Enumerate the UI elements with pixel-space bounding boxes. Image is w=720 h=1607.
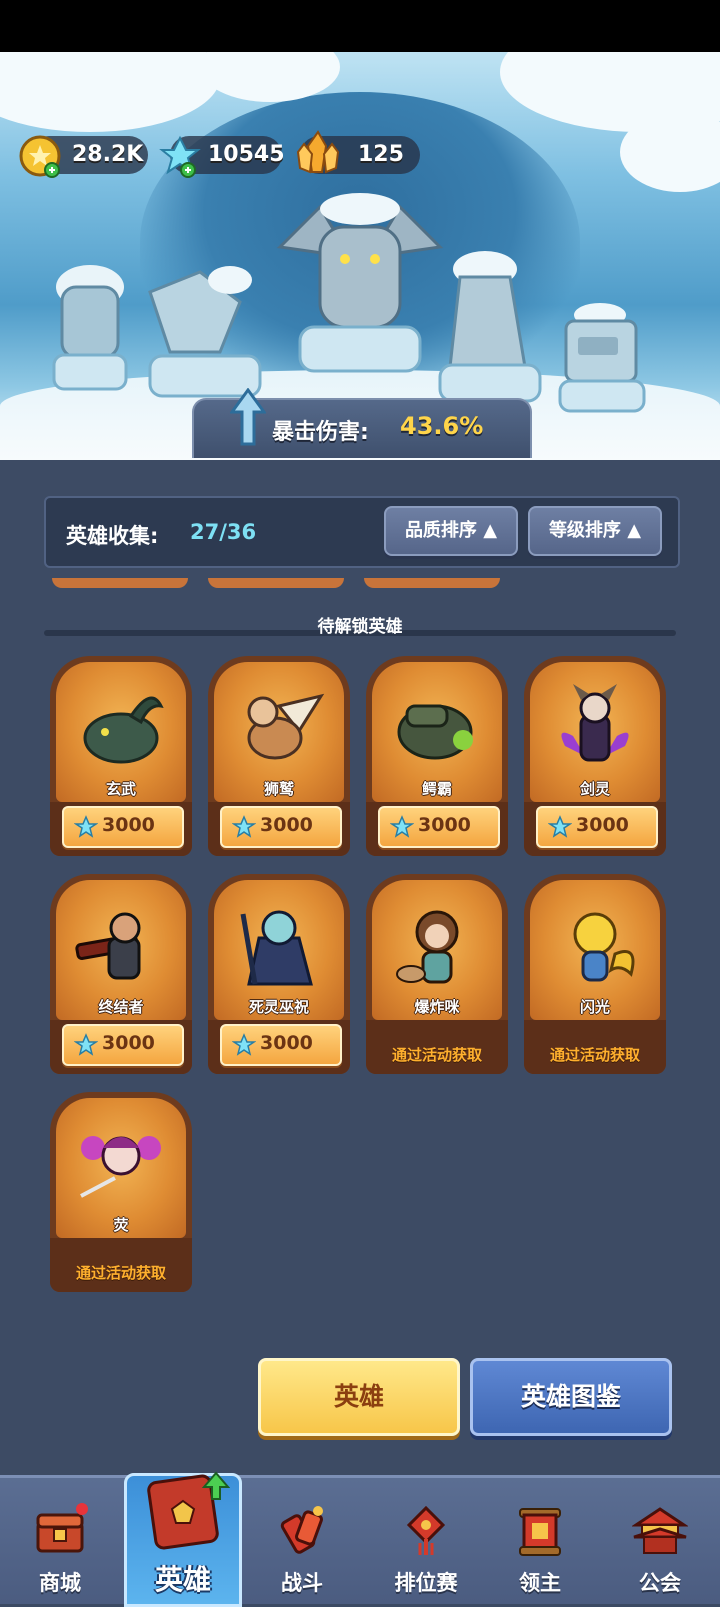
hero-portrait-croc: [397, 704, 473, 760]
nav-lord[interactable]: 领主: [482, 1475, 598, 1601]
price-value: 3000: [102, 814, 155, 836]
crystal-value: 125: [358, 142, 404, 167]
hero-portrait-terminator: [75, 912, 141, 980]
hero-card-croc[interactable]: 鳄霸 3000: [366, 656, 508, 856]
statue-griffin: [148, 266, 262, 398]
treasure-chest-icon: [36, 1503, 88, 1553]
statue-left: [52, 265, 128, 391]
owned-card-stub: [52, 578, 188, 588]
orange-crystal-icon: [296, 130, 340, 174]
owned-card-stub: [364, 578, 500, 588]
nav-lord-label: 领主: [519, 1571, 561, 1595]
heroes-button[interactable]: 英雄: [258, 1358, 460, 1436]
unlock-price-button[interactable]: 3000: [62, 1024, 184, 1066]
hero-card-griffin[interactable]: 狮鹫 3000: [208, 656, 350, 856]
hero-name: 死灵巫祝: [248, 998, 309, 1016]
diamond-crystal-icon: [232, 815, 256, 838]
nav-shop[interactable]: 商城: [2, 1475, 118, 1601]
sort-quality-label: 品质排序: [404, 520, 477, 541]
price-value: 3000: [102, 1032, 155, 1054]
hero-portrait-griffin: [247, 693, 325, 760]
hero-name: 爆炸咪: [414, 998, 460, 1016]
crit-damage-label: 暴击伤害:: [272, 420, 369, 445]
diamond-crystal-icon: [232, 1033, 256, 1056]
crit-damage-value: 43.6%: [400, 412, 484, 440]
locked-heroes-title: 待解锁英雄: [317, 617, 403, 637]
nav-heroes-label: 英雄: [154, 1563, 211, 1596]
hero-card-boom-cat[interactable]: 爆炸咪 通过活动获取: [366, 874, 508, 1074]
hero-name: 玄武: [105, 780, 136, 798]
event-unlock-text: 通过活动获取: [391, 1046, 482, 1064]
nav-shop-label: 商城: [39, 1571, 81, 1595]
unlock-price-button[interactable]: 3000: [62, 806, 184, 848]
sort-quality-button[interactable]: 品质排序 ▲: [384, 506, 518, 556]
unlock-price-button[interactable]: 3000: [220, 806, 342, 848]
hero-card-xuanwu[interactable]: 玄武 3000: [50, 656, 192, 856]
hero-portrait-xuanwu: [83, 696, 164, 764]
hero-name: 鳄霸: [421, 780, 452, 798]
sort-level-button[interactable]: 等级排序 ▲: [528, 506, 662, 556]
gold-value: 28.2K: [72, 142, 144, 167]
status-bar: [0, 0, 720, 52]
hero-name: 剑灵: [579, 780, 610, 798]
price-value: 3000: [260, 814, 313, 836]
event-unlock-text: 通过活动获取: [75, 1264, 166, 1282]
hero-card-flash[interactable]: 闪光 通过活动获取: [524, 874, 666, 1074]
unlock-price-button[interactable]: 3000: [220, 1024, 342, 1066]
hero-portrait-boom-cat: [396, 910, 459, 984]
hero-portrait-sword-spirit: [561, 684, 629, 762]
hero-portrait-flash: [573, 912, 635, 982]
hero-name: 闪光: [579, 998, 610, 1016]
diamond-crystal-icon[interactable]: [158, 134, 202, 178]
statue-dragon: [276, 193, 444, 373]
triangle-up-icon: ▲: [483, 520, 498, 541]
owned-card-stub: [208, 578, 344, 588]
nav-guild-label: 公会: [639, 1571, 681, 1595]
pagoda-icon: [632, 1507, 688, 1554]
price-value: 3000: [260, 1032, 313, 1054]
sort-level-label: 等级排序: [548, 520, 621, 541]
hero-card-necromancer[interactable]: 死灵巫祝 3000: [208, 874, 350, 1074]
hero-name: 狮鹫: [263, 780, 294, 798]
event-unlock-text: 通过活动获取: [549, 1046, 640, 1064]
hero-portrait-ying: [80, 1136, 161, 1198]
price-value: 3000: [418, 814, 471, 836]
hero-card-sword-spirit[interactable]: 剑灵 3000: [524, 656, 666, 856]
scroll-banner-icon: [519, 1508, 561, 1556]
nav-ranked[interactable]: 排位赛: [368, 1475, 484, 1601]
unlock-price-button[interactable]: 3000: [536, 806, 658, 848]
gold-coin-icon[interactable]: [18, 134, 62, 178]
hero-name: 终结者: [98, 998, 144, 1016]
nav-battle[interactable]: 战斗: [244, 1475, 360, 1601]
collection-count: 27/36: [190, 520, 257, 544]
diamond-crystal-icon: [74, 815, 98, 838]
statue-robed: [438, 251, 542, 403]
hero-name: 荧: [113, 1216, 129, 1234]
nav-ranked-label: 排位赛: [394, 1571, 458, 1595]
diamond-crystal-icon: [548, 815, 572, 838]
statue-machine: [558, 303, 646, 413]
hero-card-ying[interactable]: 荧 通过活动获取: [50, 1092, 192, 1292]
hero-codex-button[interactable]: 英雄图鉴: [470, 1358, 672, 1436]
triangle-up-icon: ▲: [627, 520, 642, 541]
unlock-price-button[interactable]: 3000: [378, 806, 500, 848]
diamond-value: 10545: [208, 142, 285, 167]
firecracker-icon: [280, 1506, 323, 1554]
diamond-crystal-icon: [390, 815, 414, 838]
chinese-knot-icon: [406, 1505, 446, 1555]
diamond-crystal-icon: [74, 1033, 98, 1056]
collection-label: 英雄收集:: [66, 524, 159, 548]
arrow-up-icon: [230, 388, 266, 446]
price-value: 3000: [576, 814, 629, 836]
hero-portrait-necromancer: [240, 910, 313, 986]
hero-card-icon: [147, 1471, 230, 1550]
nav-guild[interactable]: 公会: [602, 1475, 718, 1601]
hero-card-terminator[interactable]: 终结者 3000: [50, 874, 192, 1074]
nav-battle-label: 战斗: [281, 1571, 323, 1595]
